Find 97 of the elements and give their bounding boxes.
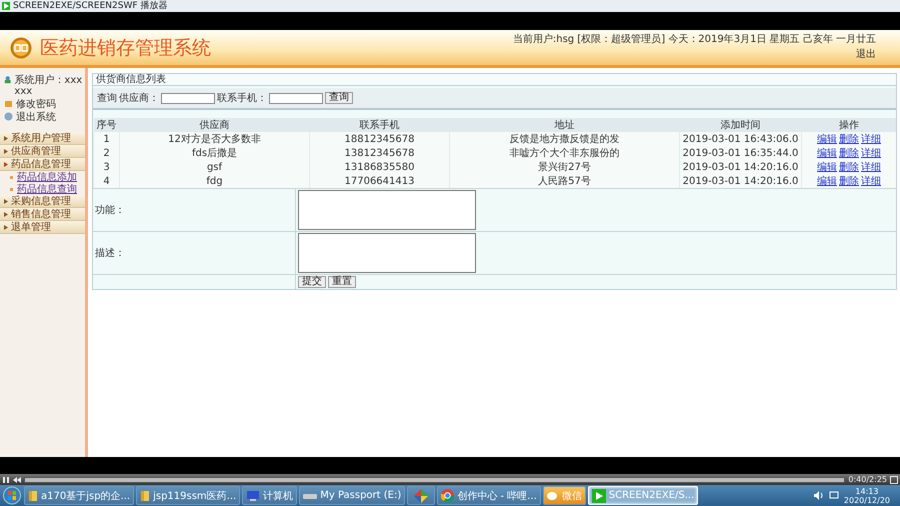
- taskbar-button[interactable]: [407, 486, 436, 505]
- action-link[interactable]: 删除: [839, 162, 859, 173]
- table-cell: 2019-03-01 14:20:16.0: [680, 174, 802, 188]
- search-label: 查询: [97, 92, 117, 105]
- action-link[interactable]: 删除: [839, 176, 859, 187]
- logo-icon: [10, 36, 32, 58]
- system-title: 医药进销存管理系统: [40, 36, 211, 60]
- chat-icon: [546, 490, 559, 500]
- table-cell: gsf: [120, 160, 310, 174]
- form-button[interactable]: 提交: [298, 276, 326, 288]
- logout-link[interactable]: 退出: [856, 47, 876, 61]
- search-field[interactable]: [269, 92, 323, 104]
- action-link[interactable]: 详细: [861, 162, 881, 173]
- submenu-link[interactable]: 药品信息查询: [17, 182, 77, 196]
- table-cell: 13812345678: [310, 146, 450, 160]
- taskbar-button[interactable]: a170基于jsp的企...: [24, 486, 134, 505]
- column-header: 供应商: [120, 118, 310, 132]
- menu-item[interactable]: 供应商管理: [0, 145, 85, 158]
- submenu-link[interactable]: 药品信息添加: [17, 170, 77, 184]
- volume-icon[interactable]: [814, 491, 824, 500]
- table-cell: 17706641413: [310, 174, 450, 188]
- table-cell: fds后撒是: [120, 146, 310, 160]
- taskbar-button[interactable]: My Passport (E:): [299, 486, 406, 505]
- action-link[interactable]: 删除: [839, 148, 859, 159]
- form-label: 功能：: [95, 204, 125, 217]
- table-cell: 人民路57号: [450, 174, 680, 188]
- field-label: 供应商：: [119, 92, 159, 105]
- user-info-line: 系统用户：xxxxxx: [14, 75, 84, 97]
- action-link[interactable]: 编辑: [817, 148, 837, 159]
- seek-bar[interactable]: [24, 476, 846, 482]
- table-cell: 12对方是否大多数非: [120, 132, 310, 146]
- table-cell: 2019-03-01 14:20:16.0: [680, 160, 802, 174]
- clock[interactable]: 14:13 2020/12/20: [844, 486, 890, 504]
- table-cell: 1: [94, 132, 120, 146]
- action-link[interactable]: 编辑: [817, 134, 837, 145]
- user-info-line: 退出系统: [16, 112, 56, 123]
- search-field[interactable]: [161, 92, 215, 104]
- table-cell: 2019-03-01 16:35:44.0: [680, 146, 802, 160]
- play-icon: [592, 488, 606, 502]
- column-header: 操作: [802, 118, 896, 132]
- app-icon: [414, 488, 428, 502]
- window-title: SCREEN2EXE/SCREEN2SWF 播放器: [13, 0, 168, 12]
- table-cell: 2019-03-01 16:43:06.0: [680, 132, 802, 146]
- caret-icon: [4, 198, 8, 204]
- column-header: 添加时间: [680, 118, 802, 132]
- caret-icon: [4, 148, 8, 154]
- action-link[interactable]: 详细: [861, 134, 881, 145]
- form-label: 描述：: [95, 246, 125, 260]
- user-info: 当前用户:hsg [权限：超级管理员] 今天：2019年3月1日 星期五 己亥年 一月廿五: [512, 34, 876, 45]
- caret-icon: [4, 224, 8, 230]
- drive-icon: [303, 492, 318, 500]
- app-icon: [2, 2, 10, 10]
- panel-title: 供货商信息列表: [93, 74, 896, 86]
- folder-icon: [28, 490, 38, 502]
- action-link[interactable]: 编辑: [817, 162, 837, 173]
- table-cell: 4: [94, 174, 120, 188]
- caret-icon: [4, 136, 8, 140]
- users-icon: [4, 75, 12, 84]
- action-link[interactable]: 编辑: [817, 176, 837, 187]
- column-header: 序号: [94, 118, 120, 132]
- table-cell: 2: [94, 146, 120, 160]
- table-cell: fdg: [120, 174, 310, 188]
- table-cell: 反馈是地方撒反馈是的发: [450, 132, 680, 146]
- table-cell: 非嘘方个大个非东服份的: [450, 146, 680, 160]
- menu-item[interactable]: 销售信息管理: [0, 208, 85, 221]
- action-link[interactable]: 详细: [861, 176, 881, 187]
- computer-icon: [246, 490, 260, 502]
- column-header: 联系手机: [310, 118, 450, 132]
- search-button[interactable]: 查询: [325, 92, 353, 104]
- text-area[interactable]: [298, 190, 476, 230]
- folder-icon: [140, 490, 150, 502]
- action-link[interactable]: 详细: [861, 148, 881, 159]
- menu-item[interactable]: 药品信息管理: [0, 158, 85, 171]
- table-cell: 3: [94, 160, 120, 174]
- pause-icon[interactable]: [2, 476, 10, 484]
- menu-item[interactable]: 退单管理: [0, 221, 85, 234]
- user-info-line: 修改密码: [16, 99, 56, 110]
- taskbar-button[interactable]: 计算机: [242, 486, 298, 505]
- table-cell: 13186835580: [310, 160, 450, 174]
- field-label: 联系手机：: [217, 92, 267, 105]
- start-button[interactable]: [2, 486, 22, 505]
- menu-item[interactable]: 系统用户管理: [0, 132, 85, 145]
- network-icon[interactable]: [828, 491, 839, 500]
- taskbar-button[interactable]: jsp119ssm医药...: [136, 486, 240, 505]
- menu-item[interactable]: 采购信息管理: [0, 195, 85, 208]
- fullscreen-icon[interactable]: [890, 476, 898, 484]
- action-link[interactable]: 删除: [839, 134, 859, 145]
- table-cell: 18812345678: [310, 132, 450, 146]
- form-button[interactable]: 重置: [328, 276, 356, 288]
- caret-icon: [4, 212, 8, 216]
- caret-icon: [4, 162, 8, 166]
- text-area[interactable]: [298, 233, 476, 273]
- table-cell: 景兴街27号: [450, 160, 680, 174]
- column-header: 地址: [450, 118, 680, 132]
- browser-icon: [441, 489, 454, 502]
- playback-time: 0:40/2:25: [848, 474, 887, 485]
- taskbar-button[interactable]: 创作中心 - 哔哩...: [437, 486, 541, 505]
